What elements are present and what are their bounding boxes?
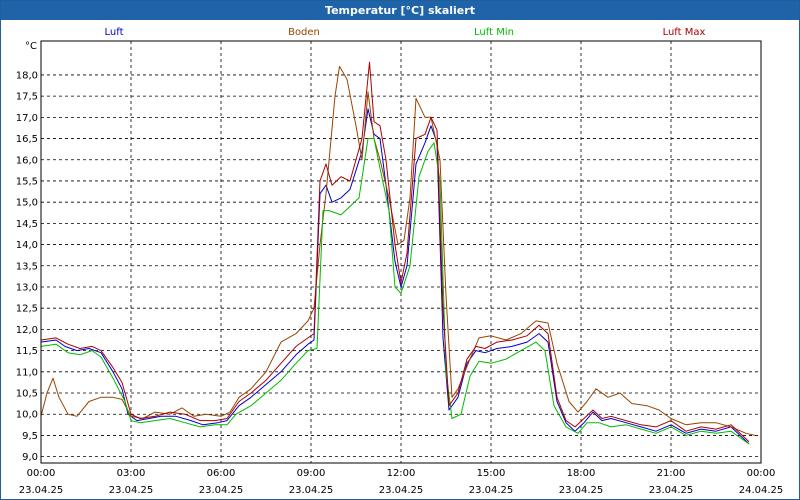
x-tick-date: 23.04.25	[379, 485, 424, 496]
y-tick-label: 17,0	[16, 113, 38, 124]
y-axis-label: °C	[25, 41, 37, 52]
y-tick-label: 12,5	[16, 304, 38, 315]
legend: Luft Boden Luft Min Luft Max	[105, 27, 706, 38]
y-tick-label: 18,0	[16, 70, 38, 81]
x-tick-date: 23.04.25	[19, 485, 64, 496]
x-tick-date: 23.04.25	[559, 485, 604, 496]
y-axis-ticks: 9,0 9,5 10,0 10,5 11,0 11,5 12,0 12,5 13,0 13,5 14…	[16, 70, 38, 463]
y-tick-label: 12,0	[16, 325, 38, 336]
y-tick-label: 9,5	[22, 431, 38, 442]
x-tick-time: 06:00	[207, 468, 236, 479]
x-tick-time: 03:00	[117, 468, 146, 479]
legend-item-luft: Luft	[105, 27, 124, 38]
y-tick-label: 15,0	[16, 198, 38, 209]
x-tick-time: 00:00	[747, 468, 776, 479]
y-tick-label: 17,5	[16, 92, 38, 103]
chart-window: Temperatur [°C] skaliert Luft Boden Luft M…	[0, 0, 800, 500]
legend-item-luft-min: Luft Min	[474, 27, 514, 38]
y-tick-label: 11,5	[16, 346, 38, 357]
x-tick-time: 21:00	[657, 468, 686, 479]
legend-item-luft-max: Luft Max	[663, 27, 706, 38]
y-tick-label: 9,0	[22, 452, 38, 463]
x-tick-time: 18:00	[567, 468, 596, 479]
x-tick-time: 00:00	[27, 468, 56, 479]
y-tick-label: 11,0	[16, 367, 38, 378]
x-tick-date: 23.04.25	[109, 485, 154, 496]
x-tick-time: 15:00	[477, 468, 506, 479]
y-tick-label: 10,0	[16, 410, 38, 421]
temperature-chart: Luft Boden Luft Min Luft Max °C 9,0 9,5 10,0 1…	[16, 27, 784, 496]
y-tick-label: 14,0	[16, 240, 38, 251]
y-tick-label: 13,0	[16, 282, 38, 293]
y-tick-label: 14,5	[16, 219, 38, 230]
x-tick-time: 12:00	[387, 468, 416, 479]
x-tick-date: 23.04.25	[289, 485, 334, 496]
x-tick-date: 23.04.25	[469, 485, 514, 496]
y-tick-label: 15,5	[16, 176, 38, 187]
y-tick-label: 16,0	[16, 155, 38, 166]
y-tick-label: 16,5	[16, 134, 38, 145]
x-axis-ticks: 00:00 23.04.25 03:00 23.04.25 06:00 23.04.25 0…	[19, 468, 784, 496]
window-title: Temperatur [°C] skaliert	[1, 1, 799, 20]
legend-item-boden: Boden	[288, 27, 320, 38]
x-tick-date: 23.04.25	[199, 485, 244, 496]
x-tick-date: 23.04.25	[649, 485, 694, 496]
y-tick-label: 10,5	[16, 389, 38, 400]
x-tick-time: 09:00	[297, 468, 326, 479]
y-tick-label: 13,5	[16, 261, 38, 272]
x-tick-date: 24.04.25	[739, 485, 784, 496]
